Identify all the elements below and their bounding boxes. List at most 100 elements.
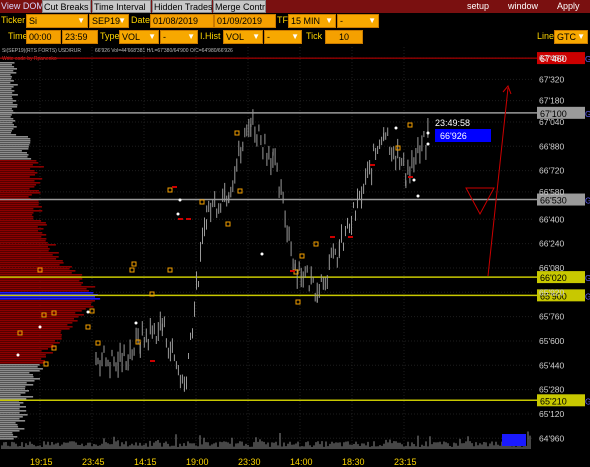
- trade-marker: [167, 187, 173, 193]
- profile-bar: [0, 348, 48, 350]
- gtc-marker: G: [585, 55, 590, 64]
- y-tick-label: 67'180: [539, 96, 565, 106]
- profile-bar: [0, 202, 39, 204]
- trade-marker: [178, 198, 182, 202]
- x-tick-label: 19:15: [30, 457, 53, 467]
- trade-marker: [150, 360, 155, 362]
- profile-bar: [0, 164, 33, 166]
- clock: 23:49:58: [435, 118, 470, 128]
- y-tick-label: 65'120: [539, 409, 565, 419]
- profile-bar: [0, 100, 17, 102]
- trade-marker: [16, 353, 20, 357]
- profile-bar: [0, 364, 40, 366]
- profile-bar: [0, 256, 59, 258]
- profile-bar: [0, 250, 49, 252]
- profile-bar: [0, 98, 13, 100]
- profile-bar: [0, 394, 21, 396]
- profile-bar: [0, 244, 56, 246]
- profile-bar: [0, 302, 92, 304]
- profile-bar: [0, 412, 20, 414]
- profile-bar: [0, 370, 40, 372]
- y-tick-label: 65'920: [539, 287, 565, 297]
- profile-bar: [0, 260, 63, 262]
- profile-bar: [0, 312, 76, 314]
- current-price: 66'926: [440, 131, 467, 141]
- profile-bar: [0, 88, 12, 90]
- trade-marker: [186, 218, 191, 220]
- profile-bar: [0, 148, 29, 150]
- trade-marker: [176, 212, 180, 216]
- profile-bar: [0, 140, 31, 142]
- profile-bar: [0, 436, 18, 438]
- level-label: 65'210: [540, 396, 567, 406]
- profile-bar: [0, 328, 70, 330]
- profile-bar: [0, 330, 62, 332]
- profile-bar: [0, 150, 22, 152]
- trade-marker: [199, 199, 205, 205]
- profile-bar: [0, 292, 94, 294]
- profile-bar: [0, 190, 39, 192]
- profile-bar: [0, 428, 25, 430]
- profile-bar: [0, 406, 26, 408]
- profile-bar: [0, 340, 55, 342]
- profile-bar: [0, 196, 29, 198]
- profile-bar: [0, 182, 41, 184]
- profile-bar: [0, 396, 34, 398]
- profile-bar: [0, 424, 18, 426]
- trade-marker: [416, 194, 420, 198]
- profile-bar: [0, 184, 37, 186]
- trade-marker: [172, 186, 177, 188]
- profile-bar: [0, 356, 46, 358]
- trade-marker: [407, 122, 413, 128]
- profile-bar: [0, 366, 38, 368]
- profile-bar: [0, 410, 27, 412]
- profile-bar: [0, 234, 47, 236]
- profile-bar: [0, 398, 27, 400]
- profile-bar: [0, 92, 13, 94]
- trade-marker: [260, 252, 264, 256]
- trade-marker: [134, 321, 138, 325]
- profile-bar: [0, 218, 34, 220]
- x-tick-label: 19:00: [186, 457, 209, 467]
- symbol-info: Si(SEP19)(RTS FORTS) USD/RUR: [2, 48, 81, 54]
- profile-bar: [0, 322, 73, 324]
- profile-bar: [0, 282, 83, 284]
- profile-bar: [0, 378, 40, 380]
- profile-bar: [0, 372, 30, 374]
- profile-bar: [0, 152, 27, 154]
- profile-bar: [0, 354, 46, 356]
- profile-bar: [0, 138, 31, 140]
- forecast-arrow: [465, 85, 512, 277]
- profile-bar: [0, 368, 43, 370]
- profile-bar: [0, 156, 28, 158]
- trade-marker: [167, 267, 173, 273]
- profile-bar: [0, 280, 80, 282]
- price-chart[interactable]: Si(SEP19)(RTS FORTS) USD/RUR 66'926 Vol=…: [0, 0, 590, 467]
- y-tick-label: 65'280: [539, 385, 565, 395]
- profile-bar: [0, 166, 44, 168]
- profile-bar: [0, 230, 39, 232]
- profile-bar: [0, 288, 87, 290]
- profile-bar: [0, 380, 35, 382]
- profile-bar: [0, 64, 12, 66]
- profile-bar: [0, 296, 95, 298]
- trade-marker: [225, 221, 231, 227]
- profile-bar: [0, 346, 55, 348]
- trade-marker: [426, 131, 430, 135]
- profile-bar: [0, 174, 35, 176]
- profile-bar: [0, 246, 48, 248]
- profile-bar: [0, 226, 38, 228]
- trade-marker: [408, 176, 413, 178]
- gtc-marker: G: [585, 292, 590, 301]
- volume-bar: [502, 434, 526, 446]
- profile-bar: [0, 254, 53, 256]
- profile-bar: [0, 74, 11, 76]
- profile-bar: [0, 220, 42, 222]
- grid: [0, 47, 532, 450]
- profile-bar: [0, 66, 15, 68]
- profile-bar: [0, 122, 13, 124]
- trade-marker: [38, 325, 42, 329]
- price-bars: [95, 109, 429, 392]
- profile-bar: [0, 214, 33, 216]
- profile-bar: [0, 416, 23, 418]
